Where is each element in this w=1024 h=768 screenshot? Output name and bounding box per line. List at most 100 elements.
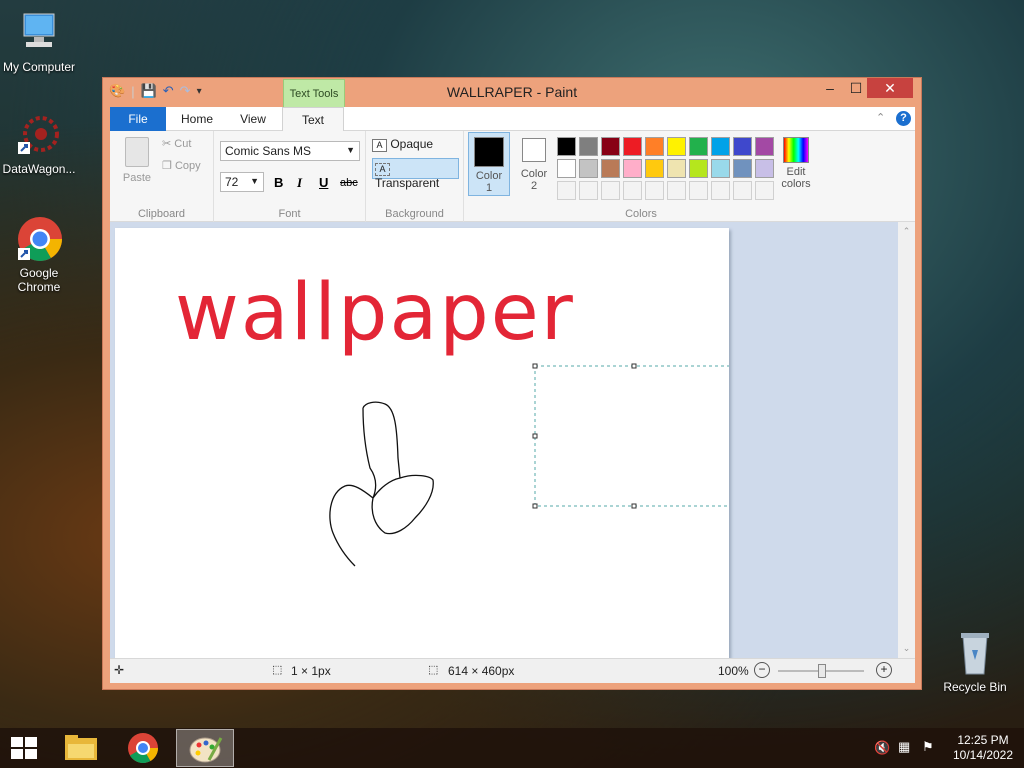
palette-color-swatch[interactable]: [623, 159, 642, 178]
tab-file[interactable]: File: [110, 107, 166, 131]
scroll-down-icon[interactable]: ⌄: [898, 643, 915, 654]
copy-button[interactable]: ❐ Copy: [162, 159, 201, 172]
palette-custom-slot[interactable]: [733, 181, 752, 200]
palette-custom-slot[interactable]: [755, 181, 774, 200]
desktop-icon-my-computer[interactable]: My Computer: [1, 10, 77, 74]
italic-button[interactable]: I: [297, 175, 302, 191]
canvas-size-icon: ⬚: [428, 664, 439, 676]
clock-date: 10/14/2022: [952, 748, 1014, 762]
vertical-scrollbar[interactable]: ⌃ ⌄: [898, 222, 915, 658]
title-bar: 🎨 | 💾 ↶ ↷ ▾ Text Tools WALLRAPER - Paint…: [103, 78, 921, 108]
paste-icon: [125, 137, 149, 167]
clock[interactable]: 12:25 PM 10/14/2022: [946, 733, 1020, 763]
paint-palette-icon: [189, 737, 223, 763]
palette-color-swatch[interactable]: [711, 159, 730, 178]
palette-color-swatch[interactable]: [645, 159, 664, 178]
action-center-icon[interactable]: ⚑: [922, 739, 934, 755]
palette-color-swatch[interactable]: [645, 137, 664, 156]
palette-custom-slot[interactable]: [557, 181, 576, 200]
zoom-slider-thumb[interactable]: [818, 664, 826, 678]
color2-swatch: [522, 138, 546, 162]
scissors-icon: ✂: [162, 138, 172, 150]
zoom-in-button[interactable]: +: [876, 662, 892, 678]
palette-custom-slot[interactable]: [579, 181, 598, 200]
palette-color-swatch[interactable]: [579, 137, 598, 156]
freehand-drawing: [329, 363, 729, 567]
desktop-icon-datawagon[interactable]: DataWagon...: [1, 112, 77, 176]
paste-button[interactable]: Paste: [118, 137, 156, 184]
font-group-label: Font: [278, 208, 301, 220]
color2-button[interactable]: Color 2: [514, 132, 554, 196]
desktop-icon-label: My Computer: [2, 60, 76, 74]
palette-color-swatch[interactable]: [579, 159, 598, 178]
tab-text[interactable]: Text: [282, 107, 344, 132]
zoom-slider[interactable]: [778, 664, 864, 678]
ribbon: Paste ✂ Cut ❐ Copy Clipboard Comic Sans …: [110, 131, 915, 222]
clipboard-group-label: Clipboard: [137, 208, 186, 220]
palette-color-swatch[interactable]: [733, 159, 752, 178]
palette-custom-slot[interactable]: [623, 181, 642, 200]
network-icon[interactable]: ▦: [898, 739, 910, 755]
maximize-button[interactable]: ☐: [845, 78, 867, 98]
move-cursor-icon: ✛: [114, 663, 125, 677]
bold-button[interactable]: B: [274, 175, 283, 190]
palette-color-swatch[interactable]: [711, 137, 730, 156]
cut-button[interactable]: ✂ Cut: [162, 137, 191, 150]
opaque-button[interactable]: A Opaque: [372, 137, 433, 152]
desktop-icon-recycle-bin[interactable]: Recycle Bin: [937, 630, 1013, 694]
opaque-icon: A: [372, 139, 387, 152]
windows-logo-icon: [11, 737, 37, 759]
palette-custom-slot[interactable]: [645, 181, 664, 200]
zoom-out-button[interactable]: −: [754, 662, 770, 678]
strikethrough-button[interactable]: abc: [340, 177, 358, 189]
palette-color-swatch[interactable]: [689, 137, 708, 156]
palette-color-swatch[interactable]: [601, 137, 620, 156]
help-icon[interactable]: ?: [896, 111, 911, 126]
volume-muted-icon[interactable]: 🔇: [874, 740, 890, 756]
edit-colors-button[interactable]: Edit colors: [776, 137, 816, 190]
palette-color-swatch[interactable]: [557, 159, 576, 178]
palette-color-swatch[interactable]: [755, 137, 774, 156]
palette-color-swatch[interactable]: [623, 137, 642, 156]
palette-custom-slot[interactable]: [601, 181, 620, 200]
palette-custom-slot[interactable]: [667, 181, 686, 200]
color1-swatch: [474, 137, 504, 167]
transparent-icon: A: [375, 163, 390, 176]
underline-button[interactable]: U: [319, 175, 328, 190]
palette-color-swatch[interactable]: [601, 159, 620, 178]
palette-custom-slot[interactable]: [689, 181, 708, 200]
desktop-icon-google-chrome[interactable]: Google Chrome: [1, 216, 77, 294]
start-button[interactable]: [10, 736, 38, 760]
copy-icon: ❐: [162, 160, 172, 172]
desktop-icon-label: DataWagon...: [2, 162, 76, 176]
recycle-bin-icon: [952, 630, 998, 676]
chevron-down-icon: ▼: [346, 145, 355, 155]
computer-icon: [16, 10, 62, 56]
font-size-select[interactable]: 72 ▼: [220, 172, 264, 192]
palette-color-swatch[interactable]: [689, 159, 708, 178]
palette-color-swatch[interactable]: [557, 137, 576, 156]
scroll-up-icon[interactable]: ⌃: [898, 226, 915, 237]
tab-home[interactable]: Home: [172, 107, 222, 131]
taskbar-paint[interactable]: [176, 729, 234, 767]
transparent-button[interactable]: A Transparent: [372, 158, 459, 190]
desktop-icon-label: Google Chrome: [17, 266, 61, 294]
palette-color-swatch[interactable]: [667, 159, 686, 178]
taskbar-chrome[interactable]: [120, 730, 166, 766]
background-group-label: Background: [385, 208, 444, 220]
chevron-down-icon: ▼: [250, 176, 259, 186]
color1-button[interactable]: Color 1: [468, 132, 510, 196]
tab-view[interactable]: View: [228, 107, 278, 131]
palette-color-swatch[interactable]: [667, 137, 686, 156]
ribbon-tabs: File Home View Text ⌃ ?: [110, 107, 915, 132]
palette-color-swatch[interactable]: [733, 137, 752, 156]
minimize-ribbon-icon[interactable]: ⌃: [876, 111, 885, 124]
palette-color-swatch[interactable]: [755, 159, 774, 178]
drawing-canvas[interactable]: wallpaper: [115, 228, 729, 658]
canvas-area: wallpaper: [110, 222, 907, 658]
close-button[interactable]: ✕: [867, 78, 913, 98]
minimize-button[interactable]: –: [819, 78, 841, 98]
taskbar-file-explorer[interactable]: [58, 730, 104, 766]
palette-custom-slot[interactable]: [711, 181, 730, 200]
font-family-select[interactable]: Comic Sans MS ▼: [220, 141, 360, 161]
